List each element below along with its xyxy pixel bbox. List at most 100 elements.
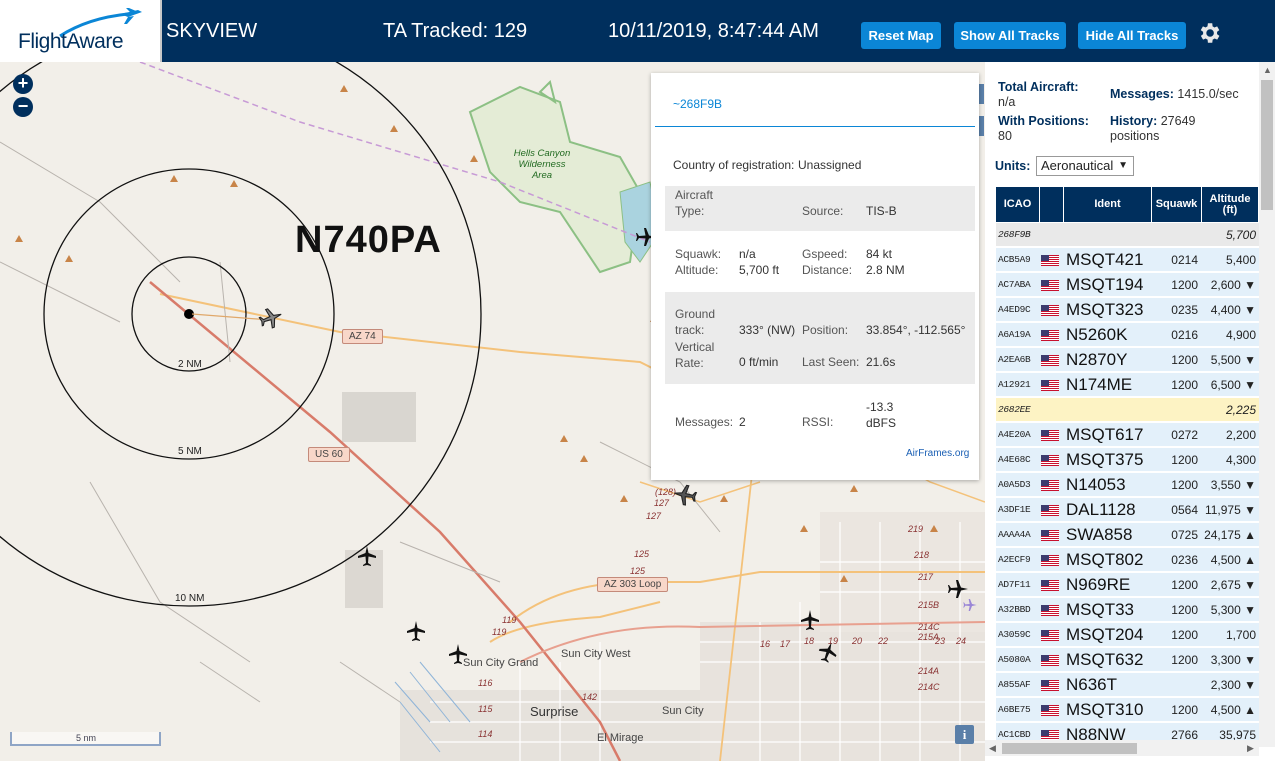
us-flag-icon — [1041, 480, 1059, 491]
us-flag-icon — [1041, 705, 1059, 716]
table-row[interactable]: A2ECF9 MSQT802 0236 4,500 ▲ — [996, 548, 1259, 572]
road-number: 20 — [852, 636, 863, 646]
road-number: 114 — [478, 729, 493, 739]
airframes-link[interactable]: AirFrames.org — [906, 448, 969, 459]
cell-squawk: 0216 — [1171, 328, 1198, 342]
horizontal-scroll-thumb[interactable] — [1002, 743, 1137, 754]
col-header-altitude[interactable]: Altitude (ft) — [1202, 187, 1259, 222]
table-row[interactable]: A4E20A MSQT617 0272 2,200 — [996, 423, 1259, 447]
table-row[interactable]: A12921 N174ME 1200 6,500 ▼ — [996, 373, 1259, 397]
aircraft-icon[interactable] — [816, 640, 840, 664]
popup-position-value: 33.854°, -112.565° — [866, 323, 966, 337]
us-flag-icon — [1041, 430, 1059, 441]
scroll-right-icon[interactable]: ▶ — [1247, 743, 1254, 754]
cell-ident: N2870Y — [1066, 350, 1128, 369]
road-shield-az303: AZ 303 Loop — [597, 577, 669, 592]
cell-altitude: 11,975 ▼ — [1204, 503, 1256, 517]
popup-source-value: TIS-B — [866, 204, 897, 218]
cell-icao: A2EA6B — [998, 354, 1031, 365]
popup-vrate-value: 0 ft/min — [739, 355, 779, 369]
table-row[interactable]: A0A5D3 N14053 1200 3,550 ▼ — [996, 473, 1259, 497]
gear-icon[interactable] — [1196, 20, 1222, 46]
popup-altitude-label: Altitude: — [675, 263, 719, 277]
cell-squawk: 0236 — [1171, 553, 1198, 567]
cell-altitude: 4,300 — [1225, 453, 1256, 467]
table-row[interactable]: A855AF N636T 2,300 ▼ — [996, 673, 1259, 697]
flightaware-logo[interactable]: FlightAware — [0, 0, 162, 62]
table-row[interactable]: A32BBD MSQT33 1200 5,300 ▼ — [996, 598, 1259, 622]
cell-ident: N969RE — [1066, 575, 1131, 594]
table-row[interactable]: AAAA4A SWA858 0725 24,175 ▲ — [996, 523, 1259, 547]
airport-icon — [963, 599, 977, 611]
units-select[interactable]: Aeronautical ▼ — [1036, 156, 1134, 176]
road-number: 22 — [878, 636, 889, 646]
col-header-icao[interactable]: ICAO — [996, 187, 1040, 222]
road-number: 115 — [478, 704, 493, 714]
aircraft-icon[interactable] — [672, 482, 698, 508]
scroll-up-icon[interactable]: ▲ — [1263, 65, 1272, 75]
table-row[interactable]: A6A19A N5260K 0216 4,900 — [996, 323, 1259, 347]
road-number: 214C — [918, 682, 940, 692]
total-aircraft-label: Total Aircraft: — [998, 80, 1079, 94]
table-row[interactable]: 268F9B 5,700 — [996, 223, 1259, 247]
popup-icao[interactable]: ~268F9B — [673, 97, 722, 111]
cell-squawk: 1200 — [1171, 278, 1198, 292]
table-row[interactable]: A5080A MSQT632 1200 3,300 ▼ — [996, 648, 1259, 672]
col-header-flag[interactable] — [1040, 187, 1064, 222]
cell-squawk — [1152, 398, 1202, 422]
place-sun-city-grand: Sun City Grand — [463, 657, 539, 669]
table-row[interactable]: A4E68C MSQT375 1200 4,300 — [996, 448, 1259, 472]
table-row[interactable]: 2682EE 2,225 — [996, 398, 1259, 422]
popup-type-label: Aircraft Type: — [675, 188, 714, 218]
table-row[interactable]: AD7F11 N969RE 1200 2,675 ▼ — [996, 573, 1259, 597]
table-row[interactable]: A3DF1E DAL1128 0564 11,975 ▼ — [996, 498, 1259, 522]
show-all-tracks-button[interactable]: Show All Tracks — [954, 22, 1066, 49]
cell-icao: A2ECF9 — [998, 554, 1031, 565]
tracked-count: TA Tracked: 129 — [383, 20, 528, 42]
total-aircraft-value: n/a — [998, 95, 1016, 109]
col-header-ident[interactable]: Ident — [1064, 187, 1152, 222]
scroll-left-icon[interactable]: ◀ — [989, 743, 996, 754]
horizontal-scrollbar[interactable]: ◀ ▶ — [985, 740, 1259, 756]
cell-ident: MSQT421 — [1066, 250, 1144, 269]
cell-altitude: 24,175 ▲ — [1204, 528, 1256, 542]
hide-all-tracks-button[interactable]: Hide All Tracks — [1078, 22, 1186, 49]
table-row[interactable]: A2EA6B N2870Y 1200 5,500 ▼ — [996, 348, 1259, 372]
cell-ident: SWA858 — [1066, 525, 1133, 544]
place-surprise: Surprise — [530, 704, 579, 719]
table-row[interactable]: AC7ABA MSQT194 1200 2,600 ▼ — [996, 273, 1259, 297]
road-number: 215B — [918, 600, 940, 610]
cell-altitude: 4,500 ▲ — [1210, 553, 1256, 567]
aircraft-icon[interactable] — [798, 608, 822, 632]
us-flag-icon — [1041, 630, 1059, 641]
cell-squawk: 1200 — [1171, 378, 1198, 392]
road-number: 125 — [634, 549, 650, 559]
selected-aircraft-icon[interactable] — [258, 305, 284, 331]
us-flag-icon — [1041, 255, 1059, 266]
vertical-scroll-thumb[interactable] — [1261, 80, 1273, 210]
col-header-squawk[interactable]: Squawk — [1152, 187, 1202, 222]
us-flag-icon — [1041, 680, 1059, 691]
table-row[interactable]: ACB5A9 MSQT421 0214 5,400 — [996, 248, 1259, 272]
popup-ground-track-label: Ground track: — [675, 307, 716, 337]
cell-icao: A855AF — [998, 679, 1031, 690]
aircraft-icon[interactable] — [446, 642, 470, 666]
cell-squawk: 1200 — [1171, 653, 1198, 667]
us-flag-icon — [1041, 355, 1059, 366]
aircraft-icon[interactable] — [355, 544, 379, 568]
info-button[interactable]: i — [955, 725, 974, 744]
table-row[interactable]: A6BE75 MSQT310 1200 4,500 ▲ — [996, 698, 1259, 722]
zoom-in-button[interactable]: + — [13, 74, 33, 94]
aircraft-icon[interactable] — [404, 619, 428, 643]
app-name: SKYVIEW — [166, 20, 258, 42]
vertical-scrollbar[interactable]: ▲ — [1259, 62, 1275, 747]
cell-squawk: 0564 — [1171, 503, 1198, 517]
cell-icao: A3059C — [998, 629, 1031, 640]
zoom-out-button[interactable]: − — [13, 97, 33, 117]
road-number: 218 — [914, 550, 930, 560]
table-row[interactable]: A3059C MSQT204 1200 1,700 — [996, 623, 1259, 647]
cell-ident: N5260K — [1066, 325, 1128, 344]
table-row[interactable]: A4ED9C MSQT323 0235 4,400 ▼ — [996, 298, 1259, 322]
popup-gspeed-label: Gspeed: — [802, 247, 848, 261]
reset-map-button[interactable]: Reset Map — [861, 22, 941, 49]
